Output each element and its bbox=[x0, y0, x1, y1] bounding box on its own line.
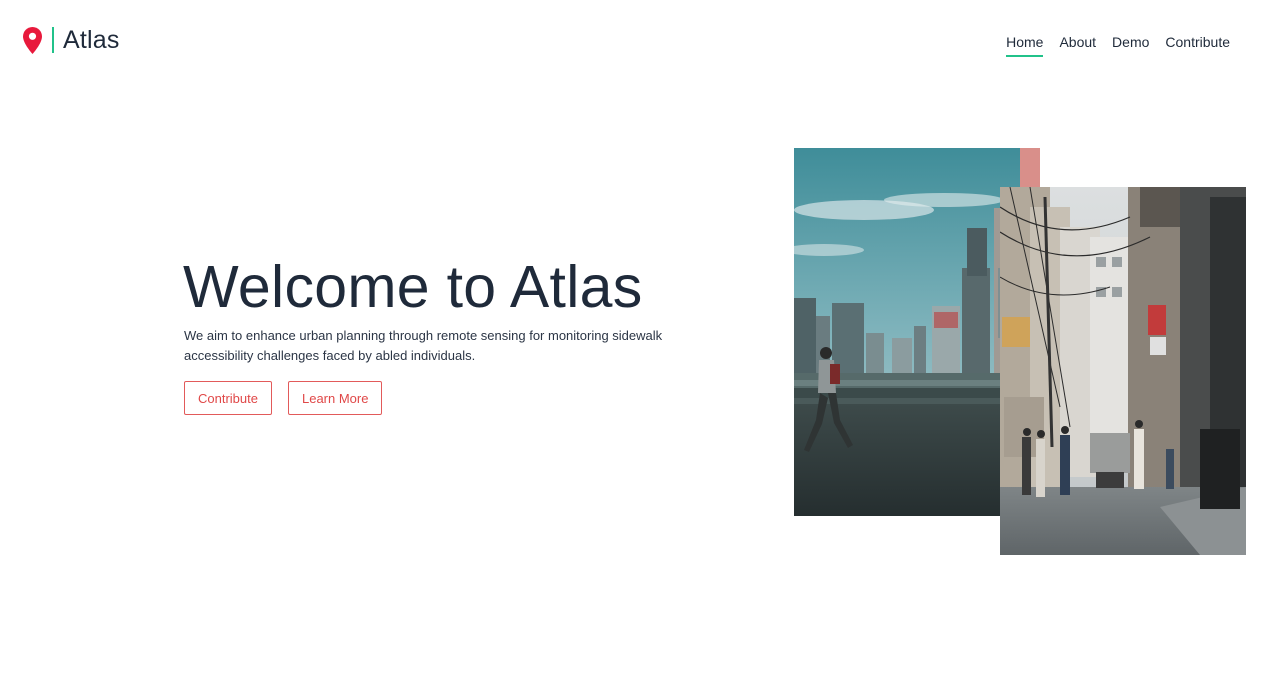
nav-link-about[interactable]: About bbox=[1059, 33, 1096, 57]
nav-link-home[interactable]: Home bbox=[1006, 33, 1044, 57]
hero-title: Welcome to Atlas bbox=[183, 254, 643, 320]
brand-logo[interactable]: Atlas bbox=[23, 26, 120, 54]
site-header: Atlas Home About Demo Contribute bbox=[0, 0, 1280, 84]
brand-name: Atlas bbox=[63, 26, 120, 54]
nav-link-demo[interactable]: Demo bbox=[1112, 33, 1149, 57]
map-pin-icon bbox=[23, 26, 42, 54]
main-nav: Home About Demo Contribute bbox=[1006, 33, 1230, 57]
hero-description: We aim to enhance urban planning through… bbox=[184, 328, 663, 363]
contribute-button[interactable]: Contribute bbox=[184, 381, 272, 415]
brand-divider bbox=[52, 27, 54, 53]
hero-actions: Contribute Learn More bbox=[184, 381, 383, 415]
busy-street-photo bbox=[1000, 187, 1246, 555]
nav-link-contribute[interactable]: Contribute bbox=[1165, 33, 1230, 57]
learn-more-button[interactable]: Learn More bbox=[287, 381, 383, 415]
